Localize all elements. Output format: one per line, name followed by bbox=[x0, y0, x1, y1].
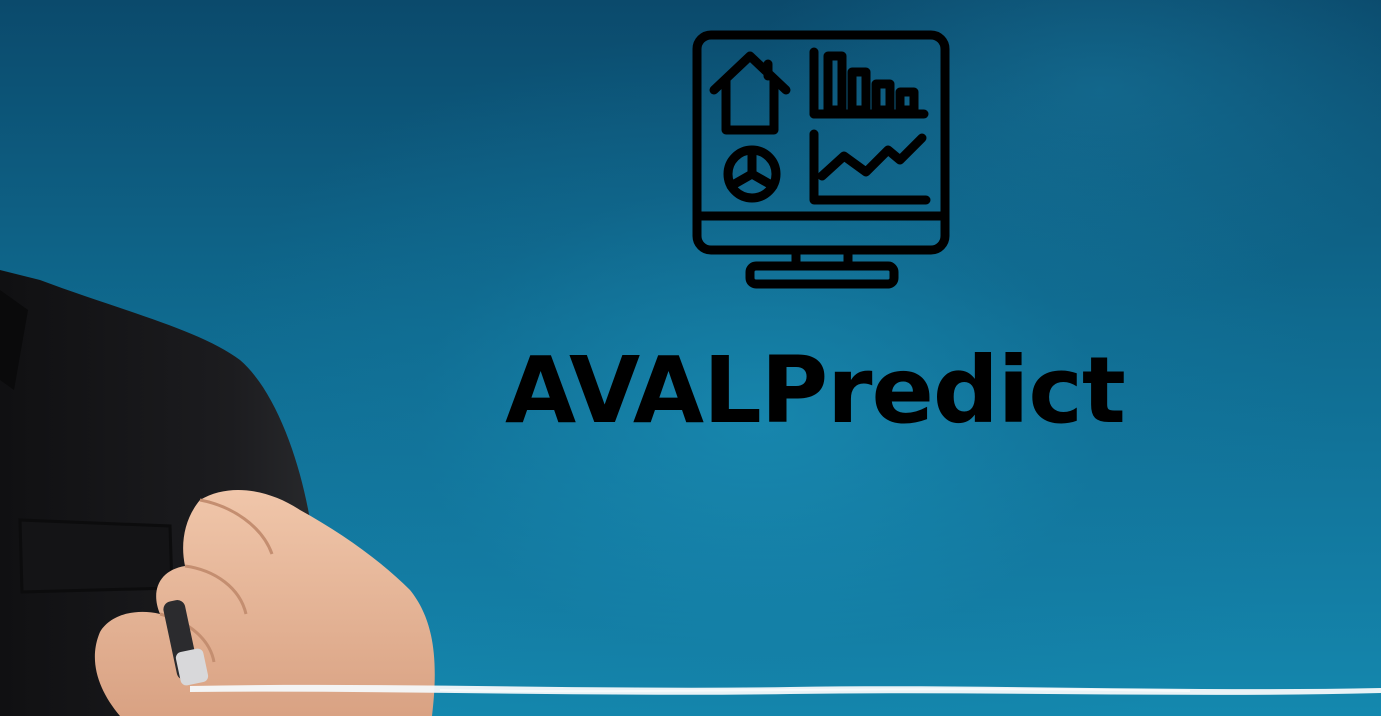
pie-chart-icon bbox=[723, 145, 781, 203]
monitor-dashboard-icon bbox=[692, 30, 950, 289]
hero-banner: AVALPredict bbox=[0, 0, 1381, 716]
house-icon bbox=[709, 51, 791, 135]
marker-stroke bbox=[190, 684, 1381, 695]
bar-chart-icon bbox=[809, 47, 929, 119]
businessman-hand-illustration bbox=[0, 270, 435, 716]
brand-title: AVALPredict bbox=[505, 337, 1126, 444]
line-chart-icon bbox=[809, 129, 931, 205]
